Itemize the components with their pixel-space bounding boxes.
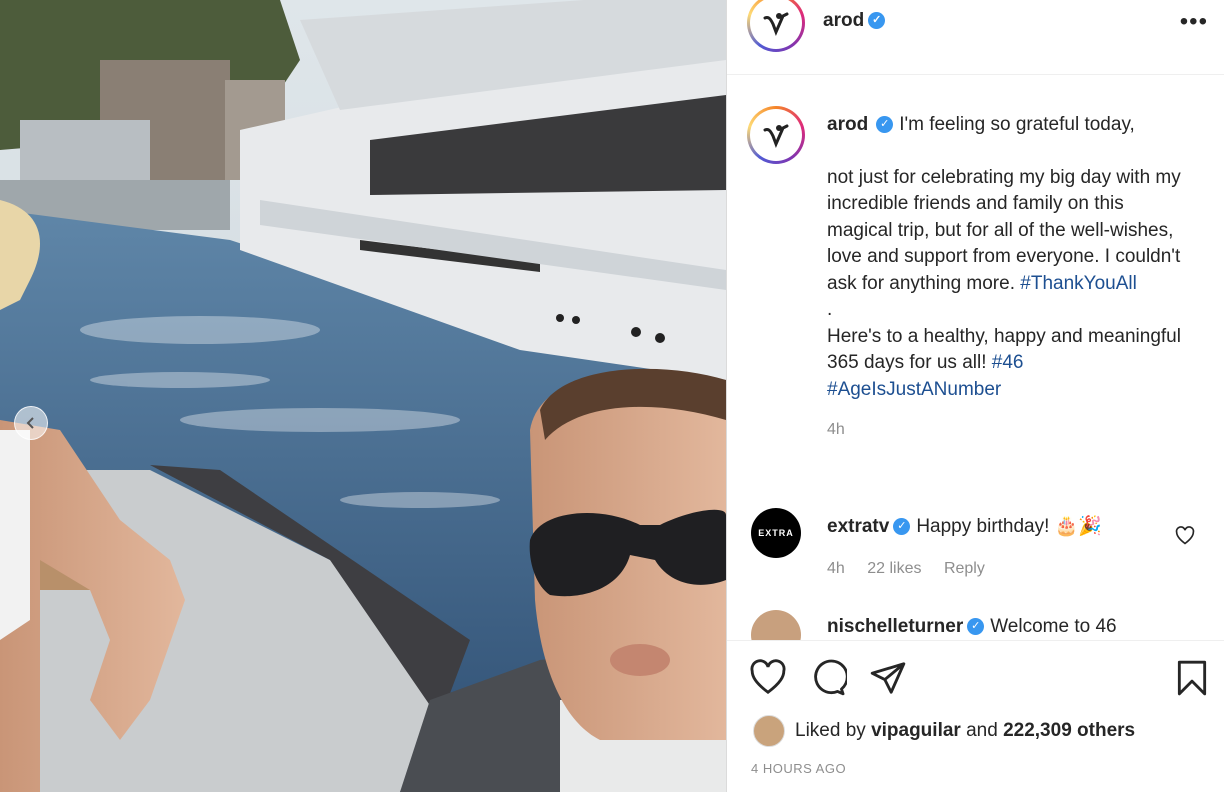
likes-and: and: [966, 720, 998, 741]
post-side-panel: arod ✓ ••• arod ✓ I'm feeling so grateful t…: [726, 0, 1224, 792]
verified-icon: ✓: [967, 618, 985, 636]
hashtag-link[interactable]: #ThankYouAll: [1020, 273, 1137, 294]
post-header: arod ✓ •••: [727, 0, 1224, 75]
caption-first-line: I'm feeling so grateful today,: [899, 114, 1135, 135]
author-avatar[interactable]: [747, 0, 805, 52]
liker-avatar[interactable]: [753, 715, 785, 747]
post-actions-bar: Liked by vipaguilar and 222,309 others 4…: [727, 640, 1224, 793]
post-caption: arod ✓ I'm feeling so grateful today, not …: [827, 112, 1187, 444]
comment-text: Happy birthday! 🎂🎉: [916, 516, 1102, 537]
likes-count[interactable]: 222,309 others: [1003, 720, 1135, 742]
commenter-username[interactable]: nischelleturner: [827, 616, 963, 637]
liker-username[interactable]: vipaguilar: [871, 720, 961, 742]
verified-icon: ✓: [893, 518, 911, 536]
caption-author-avatar[interactable]: [747, 106, 805, 164]
share-button[interactable]: [869, 659, 909, 699]
caption-time[interactable]: 4h: [827, 417, 1187, 444]
commenter-username[interactable]: extratv: [827, 516, 889, 537]
commenter-avatar[interactable]: EXTRA: [751, 508, 801, 558]
chevron-left-icon: [26, 417, 34, 429]
arod-logo-icon: [763, 12, 789, 36]
post-photo: [0, 0, 726, 792]
comment-reply-button[interactable]: Reply: [944, 560, 985, 577]
hashtag-link[interactable]: #46: [992, 352, 1024, 373]
author-username-link[interactable]: arod ✓: [823, 10, 886, 32]
comment-button[interactable]: [809, 659, 849, 699]
likes-prefix: Liked by: [795, 720, 866, 741]
arod-logo-icon: [763, 124, 789, 148]
comment-likes[interactable]: 22 likes: [867, 560, 921, 577]
comments-scroll-area[interactable]: arod ✓ I'm feeling so grateful today, not …: [727, 90, 1224, 640]
share-icon: [870, 662, 906, 694]
save-button[interactable]: [1173, 659, 1213, 699]
like-comment-heart-icon[interactable]: [1175, 526, 1195, 546]
commenter-avatar[interactable]: [751, 610, 801, 640]
verified-icon: ✓: [868, 12, 886, 30]
more-options-button[interactable]: •••: [1180, 8, 1208, 36]
author-username[interactable]: arod: [823, 10, 864, 31]
comment-body: nischelleturner ✓ Welcome to 46: [827, 616, 1167, 638]
bookmark-icon: [1177, 660, 1207, 696]
caption-username[interactable]: arod: [827, 114, 868, 135]
likes-summary: Liked by vipaguilar and 222,309 others: [753, 715, 1135, 747]
photo-illustration: [0, 0, 726, 792]
commenter-avatar-text: EXTRA: [758, 528, 794, 538]
comment-body: extratv ✓ Happy birthday! 🎂🎉: [827, 514, 1167, 538]
hashtag-link[interactable]: #AgeIsJustANumber: [827, 379, 1001, 400]
like-button[interactable]: [749, 659, 789, 699]
caption-dot: .: [827, 299, 833, 320]
heart-icon: [750, 659, 786, 695]
comment-meta: 4h 22 likes Reply: [827, 560, 1003, 578]
verified-icon: ✓: [876, 116, 894, 134]
comment-time[interactable]: 4h: [827, 560, 845, 577]
post-timestamp[interactable]: 4 HOURS AGO: [751, 761, 846, 776]
comment-icon: [814, 659, 849, 696]
carousel-previous-button[interactable]: [14, 406, 48, 440]
comment-text: Welcome to 46: [990, 616, 1117, 637]
